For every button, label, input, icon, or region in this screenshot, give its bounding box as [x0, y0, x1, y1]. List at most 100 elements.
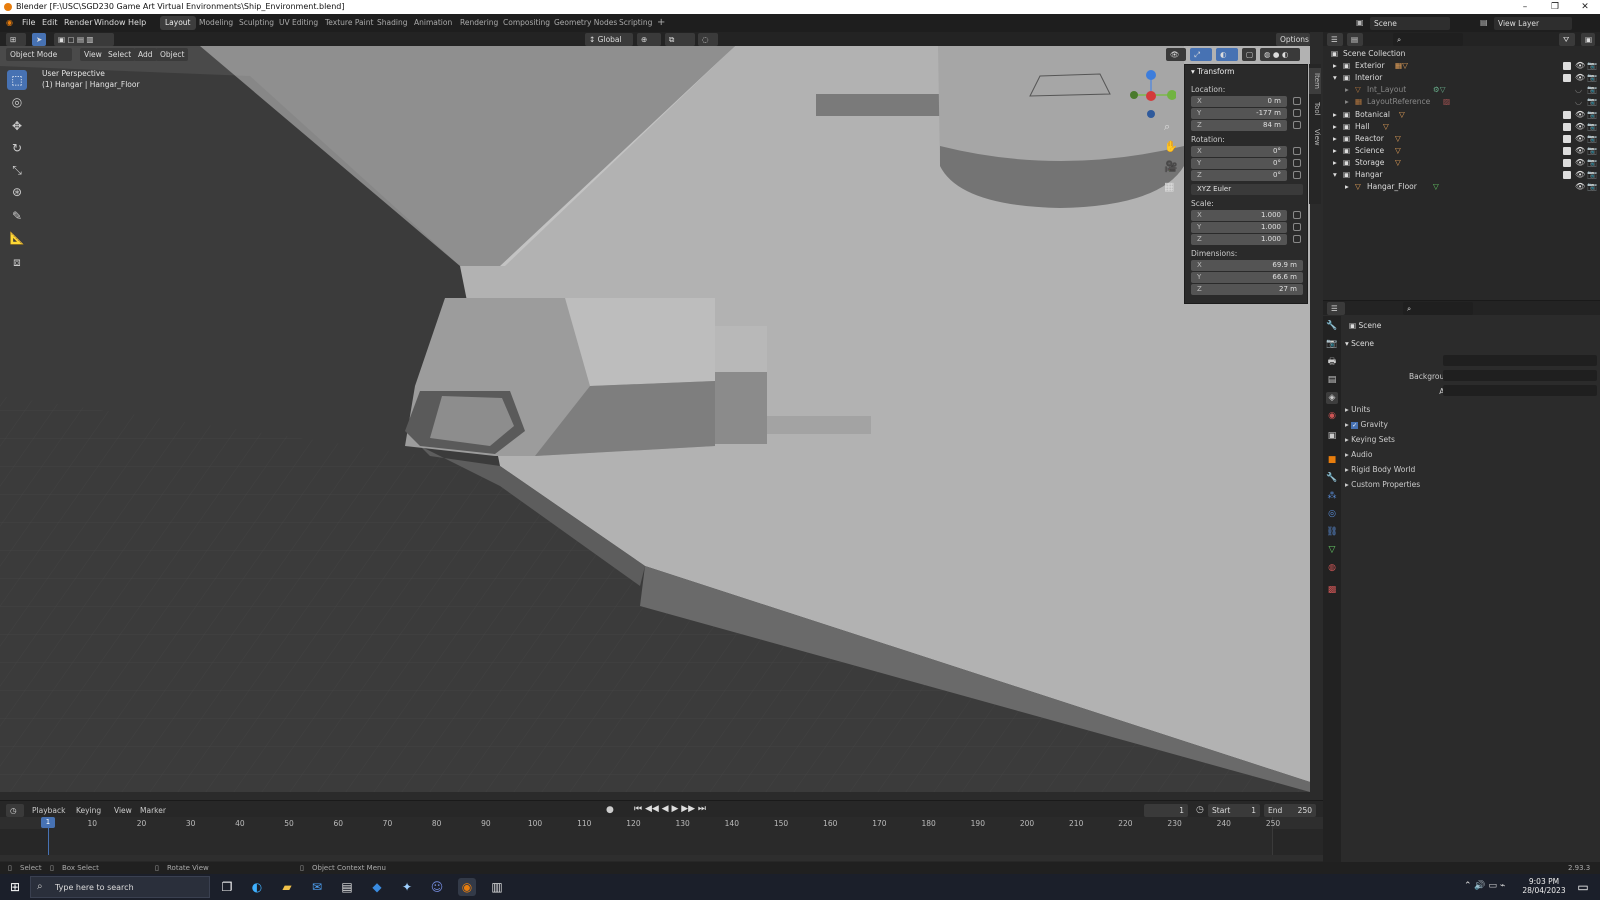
scene-tab-icon[interactable]: ◈	[1326, 392, 1338, 404]
tab-uv-editing[interactable]: UV Editing	[274, 16, 323, 30]
zoom-icon[interactable]: ⌕	[1164, 120, 1170, 134]
blender-menu-icon[interactable]: ◉	[6, 14, 13, 32]
checkbox-icon[interactable]	[1563, 147, 1571, 155]
options-dropdown[interactable]: Options	[1276, 33, 1310, 46]
lock-icon[interactable]	[1293, 159, 1301, 167]
rigid-body-world-panel-header[interactable]: ▸ Rigid Body World	[1345, 465, 1415, 474]
transform-orientation-select[interactable]: ↕ Global	[585, 33, 633, 46]
tab-texture-paint[interactable]: Texture Paint	[320, 16, 378, 30]
eye-icon[interactable]: ◡	[1575, 96, 1582, 108]
taskbar-clock[interactable]: 9:03 PM 28/04/2023	[1520, 877, 1568, 895]
pan-hand-icon[interactable]: ✋	[1164, 140, 1178, 153]
properties-editor-icon[interactable]: ☰	[1327, 302, 1345, 315]
eye-icon[interactable]: ◡	[1575, 84, 1582, 96]
gizmo-toggle-icon[interactable]: ⤢	[1190, 48, 1212, 61]
object-mode-dropdown[interactable]: Object Mode	[6, 48, 72, 61]
eye-icon[interactable]: 👁	[1575, 121, 1585, 133]
gizmo-z-axis-icon[interactable]	[1146, 70, 1156, 80]
task-view-icon[interactable]: ❐	[218, 878, 236, 896]
eye-icon[interactable]: 👁	[1575, 157, 1585, 169]
eye-icon[interactable]: 👁	[1575, 133, 1585, 145]
lock-icon[interactable]	[1293, 109, 1301, 117]
render-icon[interactable]: 📷	[1587, 145, 1597, 157]
tab-modeling[interactable]: Modeling	[194, 16, 238, 30]
timeline-scrollbar[interactable]	[0, 855, 1323, 861]
render-icon[interactable]: 📷	[1587, 121, 1597, 133]
eye-icon[interactable]: 👁	[1575, 109, 1585, 121]
edge-browser-icon[interactable]: ◐	[248, 878, 266, 896]
record-icon[interactable]: ●	[606, 805, 614, 815]
gizmo-y-axis-icon[interactable]	[1167, 90, 1176, 100]
tool-tab-icon[interactable]: 🔧	[1326, 320, 1338, 332]
transform-tool[interactable]: ⊛	[7, 182, 27, 202]
render-icon[interactable]: 📷	[1587, 133, 1597, 145]
navigation-gizmo[interactable]	[1126, 68, 1176, 118]
collection-tab-icon[interactable]: ▣	[1326, 430, 1338, 442]
gravity-panel-header[interactable]: ▸ ✓ Gravity	[1345, 420, 1388, 429]
audio-panel-header[interactable]: ▸ Audio	[1345, 450, 1372, 459]
select-box-tool[interactable]: ⬚	[7, 70, 27, 90]
start-frame-field[interactable]: Start 1	[1208, 804, 1260, 817]
menu-help[interactable]: Help	[128, 14, 146, 32]
restore-button[interactable]: ❐	[1540, 0, 1570, 14]
menu-file[interactable]: File	[22, 14, 35, 32]
tab-animation[interactable]: Animation	[409, 16, 457, 30]
lock-icon[interactable]	[1293, 211, 1301, 219]
file-explorer-icon[interactable]: ▰	[278, 878, 296, 896]
tab-sculpting[interactable]: Sculpting	[234, 16, 279, 30]
expand-icon[interactable]: ▸	[1333, 109, 1337, 121]
outliner-row[interactable]: ▸ ▽ Int_Layout ⚙▽ ◡ 📷	[1323, 84, 1600, 96]
dimensions-x-field[interactable]: X 69.9 m	[1191, 260, 1303, 271]
eye-icon[interactable]: 👁	[1575, 145, 1585, 157]
checkbox-icon[interactable]	[1563, 74, 1571, 82]
expand-icon[interactable]: ▸	[1333, 121, 1337, 133]
view-menu[interactable]: View	[80, 48, 106, 61]
world-tab-icon[interactable]: ◉	[1326, 410, 1338, 422]
render-icon[interactable]: 📷	[1587, 109, 1597, 121]
tab-view[interactable]: View	[1309, 124, 1321, 150]
tab-item[interactable]: Item	[1309, 68, 1321, 94]
3d-viewport[interactable]	[0, 46, 1310, 792]
eye-icon[interactable]: 👁	[1575, 169, 1585, 181]
outliner-row[interactable]: ▸ ▣ Reactor ▽ 👁 📷	[1323, 133, 1600, 145]
visibility-icon[interactable]: 👁	[1166, 48, 1186, 61]
playback-controls[interactable]: ⏮ ◀◀ ◀ ▶ ▶▶ ⏭	[634, 804, 706, 814]
rotate-tool[interactable]: ↻	[7, 138, 27, 158]
output-tab-icon[interactable]: 🖶	[1326, 356, 1338, 368]
lock-icon[interactable]	[1293, 235, 1301, 243]
render-icon[interactable]: 📷	[1587, 60, 1597, 72]
custom-properties-panel-header[interactable]: ▸ Custom Properties	[1345, 480, 1420, 489]
dimensions-z-field[interactable]: Z 27 m	[1191, 284, 1303, 295]
keying-sets-panel-header[interactable]: ▸ Keying Sets	[1345, 435, 1395, 444]
proportional-icon[interactable]: ◌	[698, 33, 718, 46]
tab-rendering[interactable]: Rendering	[455, 16, 503, 30]
view-layer-tab-icon[interactable]: ▤	[1326, 374, 1338, 386]
expand-icon[interactable]: ▸	[1333, 60, 1337, 72]
select-tool-icon[interactable]: ➤	[32, 33, 46, 46]
steam-icon[interactable]: ✦	[398, 878, 416, 896]
ortho-grid-icon[interactable]: ▦	[1164, 180, 1174, 193]
material-tab-icon[interactable]: ◍	[1326, 562, 1338, 574]
playhead-frame-badge[interactable]: 1	[41, 817, 55, 828]
lock-icon[interactable]	[1293, 223, 1301, 231]
object-menu[interactable]: Object	[156, 48, 189, 61]
outliner-row[interactable]: ▸ ▣ Science ▽ 👁 📷	[1323, 145, 1600, 157]
new-collection-icon[interactable]: ▣	[1581, 33, 1595, 46]
rotation-y-field[interactable]: Y 0°	[1191, 158, 1287, 169]
outliner-row[interactable]: ▸ ▣ Storage ▽ 👁 📷	[1323, 157, 1600, 169]
cursor-tool[interactable]: ◎	[7, 92, 27, 112]
filter-icon[interactable]: ⛛	[1559, 33, 1575, 46]
taskbar-search-box[interactable]: ⌕ Type here to search	[30, 876, 210, 898]
expand-icon[interactable]: ▸	[1345, 181, 1349, 193]
expand-icon[interactable]: ▾	[1333, 72, 1337, 84]
render-icon[interactable]: 📷	[1587, 169, 1597, 181]
measure-tool[interactable]: 📐	[7, 228, 27, 248]
scale-tool[interactable]: ⤡	[7, 160, 27, 180]
gizmo-x-axis-icon[interactable]	[1146, 91, 1156, 101]
editor-type-icon[interactable]: ⊞	[6, 33, 26, 46]
checkbox-icon[interactable]	[1563, 171, 1571, 179]
transform-section-header[interactable]: ▾ Transform	[1191, 67, 1234, 76]
playback-menu[interactable]: Playback	[32, 806, 65, 815]
render-icon[interactable]: 📷	[1587, 84, 1597, 96]
outliner-row[interactable]: ▸ ▣ Botanical ▽ 👁 📷	[1323, 109, 1600, 121]
